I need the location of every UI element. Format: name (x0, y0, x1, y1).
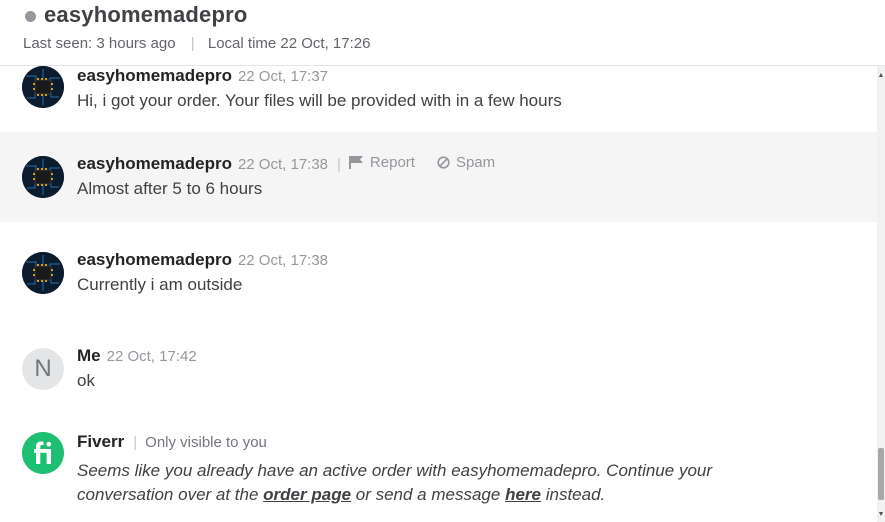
seller-avatar[interactable] (22, 252, 64, 294)
conversation-header: easyhomemadepro Last seen: 3 hours ago |… (0, 0, 885, 66)
visibility-divider: | (133, 434, 138, 451)
order-page-link[interactable]: order page (263, 485, 351, 504)
message-header: Me 22 Oct, 17:42 (77, 346, 197, 366)
message-item: N Me 22 Oct, 17:42 ok (0, 318, 877, 414)
message-item: easyhomemadepro 22 Oct, 17:38 Currently … (0, 222, 877, 318)
system-text-part: or send a message (351, 485, 506, 504)
message-item: easyhomemadepro 22 Oct, 17:37 Hi, i got … (0, 66, 877, 132)
sender-name[interactable]: easyhomemadepro (77, 250, 232, 270)
last-seen-label: Last seen: (23, 35, 93, 52)
message-header: Fiverr | Only visible to you (77, 432, 267, 452)
meta-divider: | (190, 35, 195, 52)
local-time: Local time 22 Oct, 17:26 (207, 35, 371, 52)
system-message-text: Seems like you already have an active or… (77, 459, 737, 507)
fiverr-logo-icon (22, 432, 64, 474)
sender-name: Me (77, 346, 101, 365)
report-label: Report (369, 154, 415, 171)
scrollbar-thumb[interactable] (878, 448, 884, 500)
message-header: easyhomemadepro 22 Oct, 17:38 | Report S… (77, 154, 495, 174)
report-button[interactable]: Report (348, 154, 415, 171)
sender-name[interactable]: easyhomemadepro (77, 154, 232, 174)
scroll-up-arrow-icon[interactable]: ▲ (877, 72, 885, 79)
spam-label: Spam (455, 154, 496, 171)
message-text: Hi, i got your order. Your files will be… (77, 91, 562, 110)
send-message-link[interactable]: here (505, 485, 541, 504)
message-time: 22 Oct, 17:37 (237, 68, 329, 85)
flag-icon (348, 156, 363, 169)
message-time: 22 Oct, 17:42 (106, 348, 197, 365)
message-header: easyhomemadepro 22 Oct, 17:38 (77, 250, 328, 270)
seller-avatar[interactable] (22, 66, 64, 108)
message-text: Almost after 5 to 6 hours (77, 179, 263, 198)
message-text: Currently i am outside (77, 275, 243, 294)
message-item: easyhomemadepro 22 Oct, 17:38 | Report S… (0, 132, 877, 222)
sender-name: Fiverr (77, 432, 125, 451)
status-dot-icon (25, 11, 36, 22)
scroll-down-arrow-icon[interactable]: ▼ (877, 511, 885, 518)
system-text-part: instead. (540, 485, 606, 504)
sender-name[interactable]: easyhomemadepro (77, 66, 232, 86)
chip-avatar-image (22, 156, 64, 198)
scrollbar[interactable]: ▲ ▼ (877, 66, 885, 522)
action-divider: | (337, 156, 341, 173)
spam-button[interactable]: Spam (437, 154, 495, 171)
chip-avatar-image (22, 252, 64, 294)
ban-icon (437, 156, 450, 169)
chip-avatar-image (22, 66, 64, 108)
message-header: easyhomemadepro 22 Oct, 17:37 (77, 66, 328, 86)
message-list[interactable]: easyhomemadepro 22 Oct, 17:37 Hi, i got … (0, 66, 877, 522)
system-message: Fiverr | Only visible to you Seems like … (0, 414, 877, 522)
seller-avatar[interactable] (22, 156, 64, 198)
visibility-note: Only visible to you (145, 434, 267, 451)
contact-meta: Last seen: 3 hours ago | Local time 22 O… (23, 35, 370, 52)
contact-name[interactable]: easyhomemadepro (44, 2, 248, 28)
message-time: 22 Oct, 17:38 (237, 156, 329, 173)
message-text: ok (77, 371, 95, 390)
last-seen-value: 3 hours ago (96, 35, 176, 52)
my-avatar[interactable]: N (22, 348, 64, 390)
message-time: 22 Oct, 17:38 (237, 252, 329, 269)
